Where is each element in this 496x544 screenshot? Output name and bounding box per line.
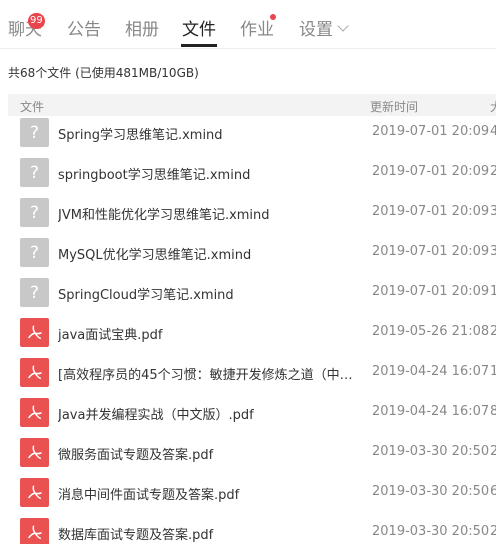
pdf-file-icon xyxy=(20,398,49,427)
file-name[interactable]: springboot学习思维笔记.xmind xyxy=(58,164,354,183)
file-summary: 共68个文件 (已使用481MB/10GB) xyxy=(8,66,199,80)
homework-notification-dot xyxy=(270,14,276,20)
file-name[interactable]: java面试宝典.pdf xyxy=(58,324,354,343)
tab-announcement[interactable]: 公告 xyxy=(67,15,101,40)
file-size: 1 xyxy=(490,364,496,379)
active-tab-indicator xyxy=(181,44,217,47)
file-size: 2 xyxy=(490,324,496,339)
file-name[interactable]: Java并发编程实战（中文版）.pdf xyxy=(58,404,354,423)
tab-settings[interactable]: 设置 xyxy=(299,15,333,40)
unknown-file-icon: ? xyxy=(20,158,49,187)
pdf-file-icon xyxy=(20,438,49,467)
file-row[interactable]: java面试宝典.pdf 2019-05-26 21:08 2 xyxy=(0,316,496,356)
file-name[interactable]: 数据库面试专题及答案.pdf xyxy=(58,524,354,543)
pdf-file-icon xyxy=(20,358,49,387)
chat-unread-badge: 99 xyxy=(28,13,45,29)
file-row[interactable]: ? Spring学习思维笔记.xmind 2019-07-01 20:09 4 xyxy=(0,116,496,156)
file-size: 3 xyxy=(490,204,496,219)
file-row[interactable]: 消息中间件面试专题及答案.pdf 2019-03-30 20:50 6 xyxy=(0,476,496,516)
unknown-file-icon: ? xyxy=(20,238,49,267)
unknown-file-icon: ? xyxy=(20,118,49,147)
file-updated-time: 2019-07-01 20:09 xyxy=(372,204,490,219)
tab-album[interactable]: 相册 xyxy=(125,15,159,40)
file-name[interactable]: [高效程序员的45个习惯：敏捷开发修炼之道（中文版... xyxy=(58,364,354,383)
file-row[interactable]: 数据库面试专题及答案.pdf 2019-03-30 20:50 2 xyxy=(0,516,496,544)
file-updated-time: 2019-04-24 16:07 xyxy=(372,364,490,379)
unknown-file-icon: ? xyxy=(20,278,49,307)
file-size: 2 xyxy=(490,524,496,539)
file-size: 2 xyxy=(490,444,496,459)
file-list-header: 文件 更新时间 大 xyxy=(8,94,496,116)
file-name[interactable]: SpringCloud学习笔记.xmind xyxy=(58,284,354,303)
file-row[interactable]: ? springboot学习思维笔记.xmind 2019-07-01 20:09 2 xyxy=(0,156,496,196)
file-row[interactable]: Java并发编程实战（中文版）.pdf 2019-04-24 16:07 8 xyxy=(0,396,496,436)
file-size: 2 xyxy=(490,164,496,179)
file-name[interactable]: JVM和性能优化学习思维笔记.xmind xyxy=(58,204,354,223)
pdf-file-icon xyxy=(20,318,49,347)
unknown-file-icon: ? xyxy=(20,198,49,227)
file-size: 1 xyxy=(490,284,496,299)
file-name[interactable]: MySQL优化学习思维笔记.xmind xyxy=(58,244,354,263)
column-header-size[interactable]: 大 xyxy=(490,98,496,115)
tab-files[interactable]: 文件 xyxy=(182,15,216,40)
column-header-name[interactable]: 文件 xyxy=(20,98,44,115)
file-updated-time: 2019-03-30 20:50 xyxy=(372,524,490,539)
file-name[interactable]: 消息中间件面试专题及答案.pdf xyxy=(58,484,354,503)
file-updated-time: 2019-07-01 20:09 xyxy=(372,284,490,299)
file-updated-time: 2019-07-01 20:09 xyxy=(372,244,490,259)
tab-homework[interactable]: 作业 xyxy=(240,15,274,40)
file-size: 4 xyxy=(490,124,496,139)
file-updated-time: 2019-03-30 20:50 xyxy=(372,444,490,459)
file-list: ? Spring学习思维笔记.xmind 2019-07-01 20:09 4? spr… xyxy=(0,116,496,544)
file-updated-time: 2019-04-24 16:07 xyxy=(372,404,490,419)
file-name[interactable]: 微服务面试专题及答案.pdf xyxy=(58,444,354,463)
file-size: 3 xyxy=(490,244,496,259)
file-name[interactable]: Spring学习思维笔记.xmind xyxy=(58,124,354,143)
column-header-time[interactable]: 更新时间 xyxy=(370,98,418,115)
pdf-file-icon xyxy=(20,518,49,544)
file-updated-time: 2019-07-01 20:09 xyxy=(372,124,490,139)
file-updated-time: 2019-05-26 21:08 xyxy=(372,324,490,339)
file-row[interactable]: ? JVM和性能优化学习思维笔记.xmind 2019-07-01 20:09 3 xyxy=(0,196,496,236)
tab-bar: 聊天 99 公告 相册 文件 作业 设置 xyxy=(0,0,496,49)
chevron-down-icon[interactable] xyxy=(337,20,349,32)
pdf-file-icon xyxy=(20,478,49,507)
file-updated-time: 2019-07-01 20:09 xyxy=(372,164,490,179)
file-row[interactable]: ? MySQL优化学习思维笔记.xmind 2019-07-01 20:09 3 xyxy=(0,236,496,276)
file-row[interactable]: ? SpringCloud学习笔记.xmind 2019-07-01 20:09 1 xyxy=(0,276,496,316)
file-row[interactable]: 微服务面试专题及答案.pdf 2019-03-30 20:50 2 xyxy=(0,436,496,476)
file-row[interactable]: [高效程序员的45个习惯：敏捷开发修炼之道（中文版... 2019-04-24 1… xyxy=(0,356,496,396)
file-size: 6 xyxy=(490,484,496,499)
file-updated-time: 2019-03-30 20:50 xyxy=(372,484,490,499)
file-size: 8 xyxy=(490,404,496,419)
